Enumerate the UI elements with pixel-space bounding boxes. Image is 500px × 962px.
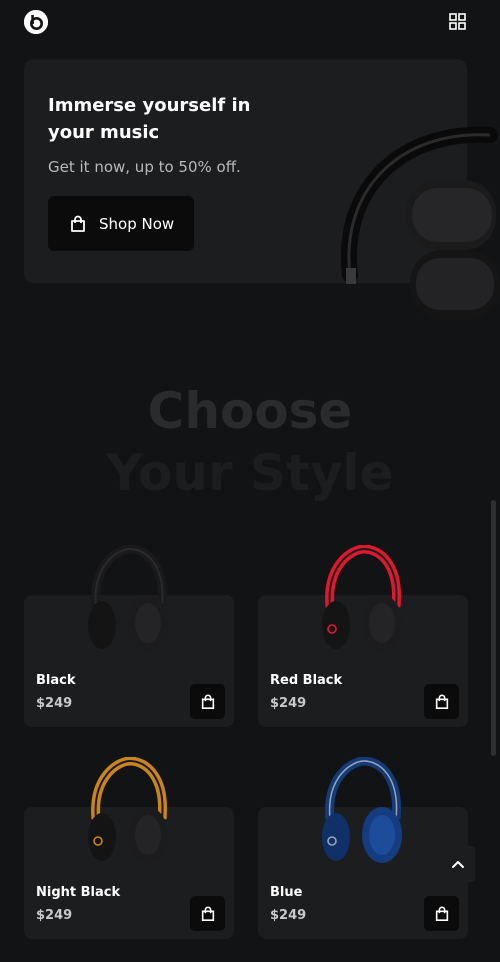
product-image-blue <box>322 757 402 863</box>
section-headline: Choose Your Style <box>0 380 500 504</box>
chevron-up-icon <box>452 861 464 868</box>
add-to-cart-button[interactable] <box>190 896 225 931</box>
add-to-cart-button[interactable] <box>424 896 459 931</box>
product-name: Black <box>36 673 76 688</box>
product-name: Blue <box>270 885 303 900</box>
product-price: $249 <box>270 696 307 711</box>
shopping-bag-icon <box>435 906 448 921</box>
product-price: $249 <box>36 696 73 711</box>
grid-icon[interactable] <box>449 13 466 30</box>
section-title-line2: Your Style <box>106 444 394 502</box>
app-header <box>0 0 500 46</box>
product-name: Night Black <box>36 885 121 900</box>
hero-headphone-image <box>340 126 500 320</box>
section-title-line1: Choose <box>147 382 353 440</box>
shopping-bag-icon <box>435 694 448 709</box>
product-image-black <box>88 545 168 651</box>
shopping-bag-icon <box>71 215 85 232</box>
product-image-red-black <box>322 545 402 651</box>
shop-now-button[interactable]: Shop Now <box>48 196 194 251</box>
product-price: $249 <box>270 908 307 923</box>
shopping-bag-icon <box>201 906 214 921</box>
shop-now-label: Shop Now <box>99 214 175 233</box>
product-name: Red Black <box>270 673 343 688</box>
shopping-bag-icon <box>201 694 214 709</box>
hero-title: Immerse yourself in your music <box>48 95 251 143</box>
add-to-cart-button[interactable] <box>190 684 225 719</box>
beats-logo-icon[interactable] <box>24 10 48 34</box>
scrollbar-thumb[interactable] <box>491 500 496 756</box>
hero-subtitle: Get it now, up to 50% off. <box>48 158 241 176</box>
product-image-night-black <box>88 757 168 863</box>
scroll-to-top-button[interactable] <box>441 846 475 882</box>
add-to-cart-button[interactable] <box>424 684 459 719</box>
product-price: $249 <box>36 908 73 923</box>
